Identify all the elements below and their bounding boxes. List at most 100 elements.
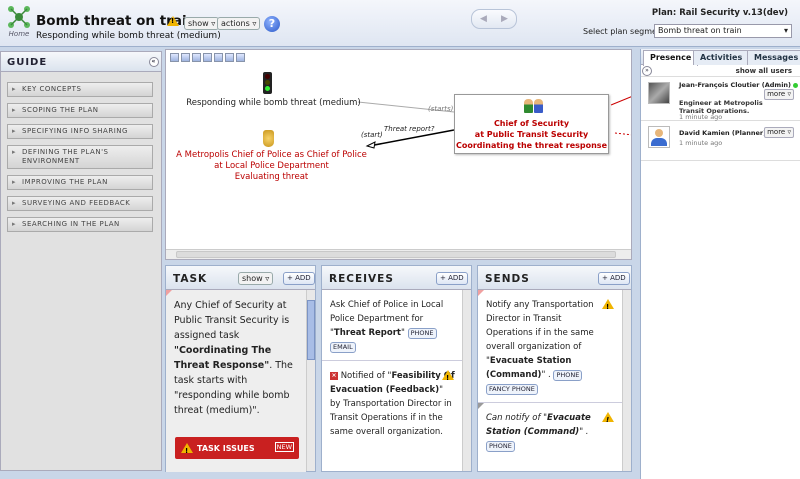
segment-select[interactable]: Bomb threat on train: [654, 24, 792, 38]
edge-label-threat-report[interactable]: Threat report?: [384, 124, 434, 135]
send-2-tag-phone[interactable]: PHONE: [486, 441, 515, 452]
map-horizontal-scrollbar[interactable]: [166, 249, 631, 259]
guide-item-key-concepts[interactable]: KEY CONCEPTS: [7, 82, 153, 97]
guide-item-surveying[interactable]: SURVEYING AND FEEDBACK: [7, 196, 153, 211]
task-description: Any Chief of Security at Public Transit …: [166, 290, 306, 472]
edge-label-start: (start): [361, 131, 383, 139]
receives-panel-title: RECEIVES: [329, 273, 394, 285]
scrollbar-thumb[interactable]: [176, 251, 616, 258]
user-row: Jean-François Cloutier (Admin) more ▿ En…: [641, 77, 800, 121]
task-issues-label: TASK ISSUES: [197, 444, 255, 453]
task-node-line1: Chief of Security: [493, 119, 570, 128]
task-node-line2: at Public Transit Security: [474, 130, 589, 139]
send-1-tag-phone[interactable]: PHONE: [553, 370, 583, 381]
guide-item-scoping[interactable]: SCOPING THE PLAN: [7, 103, 153, 118]
receives-panel: RECEIVES + ADD Ask Chief of Police in Lo…: [321, 265, 472, 472]
mind-map-icon: [8, 6, 30, 28]
police-node-line1: A Metropolis Chief of Police as Chief of…: [176, 150, 367, 160]
event-node-label[interactable]: Responding while bomb threat (medium): [186, 98, 361, 109]
send-2-end: " .: [579, 427, 589, 437]
receive-1-tag-phone[interactable]: PHONE: [407, 328, 437, 339]
task-show-menu[interactable]: show ▿: [238, 272, 274, 285]
avatar: [648, 82, 670, 104]
home-label: Home: [8, 30, 30, 38]
receives-panel-header: RECEIVES + ADD: [322, 266, 471, 290]
warning-icon[interactable]: [167, 16, 179, 26]
send-1-end: " .: [541, 370, 551, 380]
page-subtitle: Responding while bomb threat (medium): [36, 31, 221, 41]
task-node-text: Chief of Security at Public Transit Secu…: [455, 118, 608, 151]
user-1-name: Jean-François Cloutier (Admin): [679, 81, 799, 89]
receive-2-warning-icon[interactable]: [442, 370, 454, 385]
social-panel: Presence Activities Messages » show all …: [640, 49, 800, 479]
help-icon[interactable]: ?: [264, 16, 280, 32]
guide-title: GUIDE: [7, 57, 48, 68]
police-badge-icon: [263, 130, 274, 147]
receive-2-error-icon: ×: [330, 371, 338, 380]
social-tabs: Presence Activities Messages: [641, 49, 800, 66]
show-all-users-link[interactable]: show all users: [736, 67, 792, 75]
police-node[interactable]: A Metropolis Chief of Police as Chief of…: [174, 150, 369, 183]
receive-2-prefix: Notified of ": [340, 371, 392, 381]
task-panel-title: TASK: [173, 273, 208, 285]
user-1-more-menu[interactable]: more ▿: [764, 89, 794, 100]
task-node-line3: Coordinating the threat response: [455, 141, 607, 150]
sends-scrollbar[interactable]: [622, 290, 631, 471]
app-header: Home Bomb threat on train show ▿ actions…: [0, 0, 800, 47]
send-2-warning-icon[interactable]: [602, 412, 614, 427]
guide-item-environment[interactable]: DEFINING THE PLAN'S ENVIRONMENT: [7, 145, 153, 169]
avatar: [648, 126, 670, 148]
expand-icon[interactable]: »: [642, 66, 652, 76]
task-scrollbar[interactable]: [306, 290, 315, 471]
home-logo[interactable]: Home: [6, 4, 32, 40]
send-entry-evacuate[interactable]: Notify any Transportation Director in Tr…: [478, 290, 622, 403]
task-issues-bar[interactable]: TASK ISSUES NEW: [175, 437, 299, 459]
edge-label-starts: (starts): [428, 105, 454, 113]
send-1-warning-icon[interactable]: [602, 299, 614, 314]
user-row: David Kamien (Planner) more ▿ 1 minute a…: [641, 121, 800, 161]
receive-entry-threat-report[interactable]: Ask Chief of Police in Local Police Depa…: [322, 290, 462, 361]
forward-arrow-icon[interactable]: ▶: [501, 14, 508, 24]
sends-panel-header: SENDS + ADD: [478, 266, 631, 290]
users-bar: » show all users: [641, 65, 800, 77]
receive-1-info: Threat Report: [333, 328, 401, 338]
receive-entry-feasibility[interactable]: × Notified of "Feasibility Of Evacuation…: [322, 361, 462, 445]
tab-messages[interactable]: Messages: [747, 50, 800, 65]
task-scroll-thumb[interactable]: [307, 300, 315, 360]
sends-panel: SENDS + ADD Notify any Transportation Di…: [477, 265, 632, 472]
send-2-corner-marker: [478, 403, 484, 409]
selected-task-node[interactable]: Chief of Security at Public Transit Secu…: [454, 94, 609, 154]
guide-item-improving[interactable]: IMPROVING THE PLAN: [7, 175, 153, 190]
send-1-tag-fancy-phone[interactable]: FANCY PHONE: [486, 384, 538, 395]
task-panel-header: TASK show ▿ + ADD: [166, 266, 315, 290]
flow-map[interactable]: Responding while bomb threat (medium) A …: [165, 49, 632, 260]
collapse-icon[interactable]: «: [149, 57, 159, 67]
send-2-prefix: Can notify of ": [486, 413, 548, 423]
user-2-more-menu[interactable]: more ▿: [764, 127, 794, 138]
history-nav: ◀ ▶: [471, 9, 517, 29]
guide-header: GUIDE «: [1, 52, 161, 72]
user-1-time: 1 minute ago: [679, 113, 723, 121]
task-add-button[interactable]: + ADD: [283, 272, 315, 285]
task-issues-new-badge: NEW: [274, 442, 294, 452]
receives-add-button[interactable]: + ADD: [436, 272, 468, 285]
police-node-line3: Evaluating threat: [234, 172, 309, 182]
show-menu[interactable]: show ▿: [184, 17, 220, 30]
user-2-time: 1 minute ago: [679, 139, 723, 147]
receives-scrollbar[interactable]: [462, 290, 471, 471]
guide-panel: GUIDE « KEY CONCEPTS SCOPING THE PLAN SP…: [0, 51, 162, 471]
receive-1-tag-email[interactable]: EMAIL: [330, 342, 356, 353]
task-name[interactable]: "Coordinating The Threat Response": [174, 345, 271, 371]
actions-menu[interactable]: actions ▿: [217, 17, 261, 30]
receive-1-end: ": [400, 328, 405, 338]
send-entry-can-notify[interactable]: Can notify of "Evacuate Station (Command…: [478, 403, 622, 459]
task-panel: TASK show ▿ + ADD Any Chief of Security …: [165, 265, 316, 472]
task-issues-warning-icon: [181, 443, 193, 459]
sends-add-button[interactable]: + ADD: [598, 272, 630, 285]
guide-item-searching[interactable]: SEARCHING IN THE PLAN: [7, 217, 153, 232]
people-icon: [524, 99, 543, 116]
back-arrow-icon[interactable]: ◀: [480, 14, 487, 24]
guide-item-info-sharing[interactable]: SPECIFYING INFO SHARING: [7, 124, 153, 139]
tab-presence[interactable]: Presence: [643, 50, 699, 66]
tab-activities[interactable]: Activities: [693, 50, 750, 65]
